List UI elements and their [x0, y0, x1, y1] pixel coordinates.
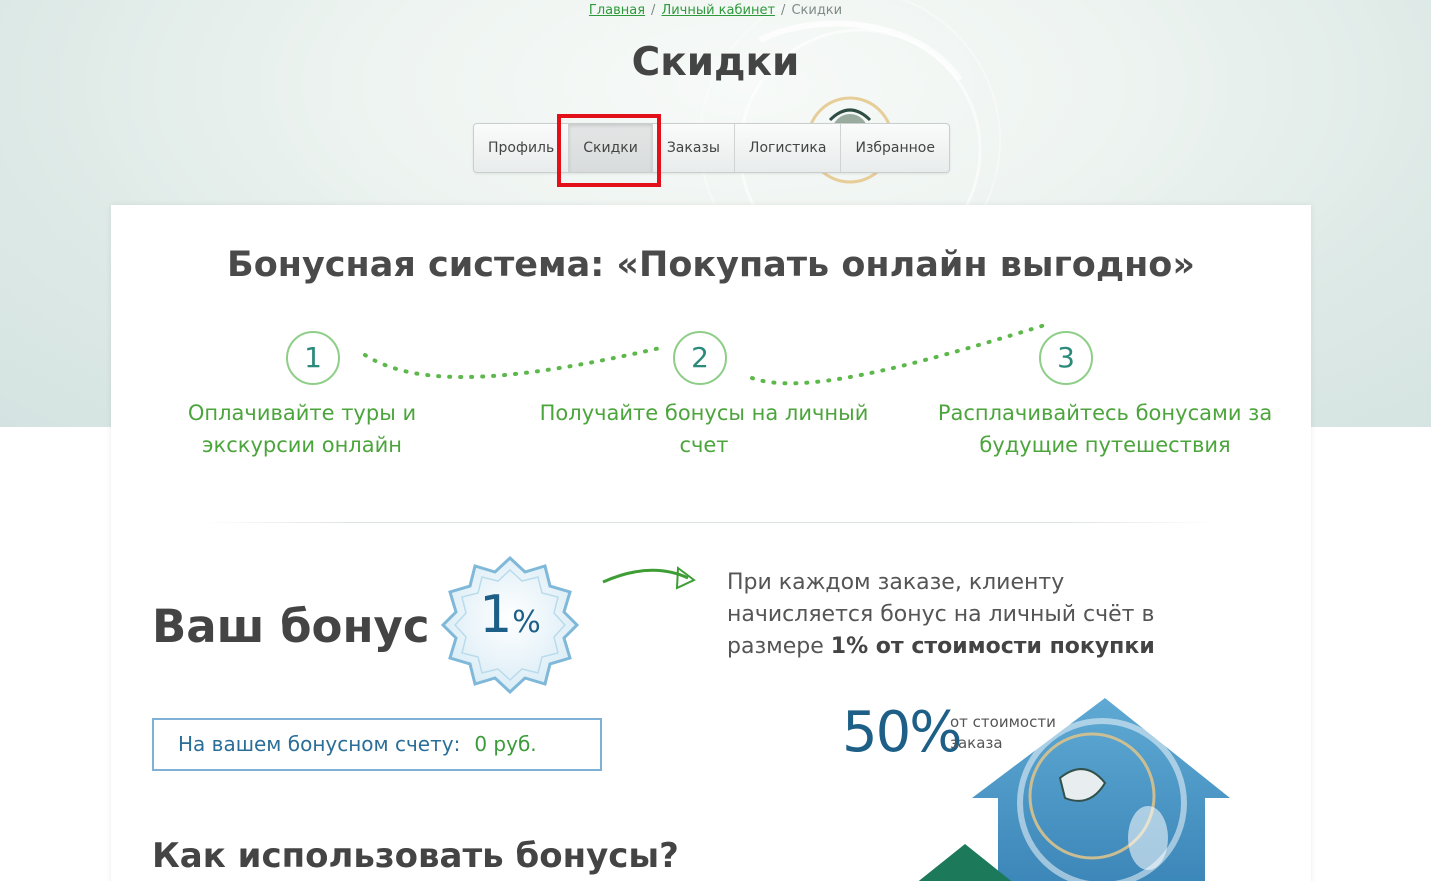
step-1-circle: 1 [286, 331, 340, 385]
breadcrumb-separator: / [781, 3, 786, 18]
step-1-line-1: Оплачивайте туры и [187, 401, 417, 425]
bonus-info-line-2: начисляется бонус на личный счёт в [727, 602, 1155, 627]
breadcrumb-cabinet-link[interactable]: Личный кабинет [661, 3, 775, 18]
bonus-percent-number: 1 [479, 585, 513, 645]
step-3-text: Расплачивайтесь бонусами за будущие путе… [930, 397, 1280, 461]
step-3-circle: 3 [1039, 331, 1093, 385]
bonus-info-highlight: 1% от стоимости покупки [830, 634, 1155, 659]
step-1-text: Оплачивайте туры и экскурсии онлайн [152, 397, 452, 461]
section-divider [200, 522, 1217, 523]
usage-percent-label-line-1: от стоимости [950, 713, 1056, 731]
step-3-line-2: будущие путешествия [979, 433, 1231, 457]
breadcrumb-current: Скидки [791, 3, 843, 18]
bonus-info-line-3-prefix: размере [727, 634, 831, 659]
tab-discounts[interactable]: Скидки [569, 124, 653, 172]
usage-percent: 50% [842, 700, 962, 765]
step-2-text: Получайте бонусы на личный счет [534, 397, 874, 461]
step-3-line-1: Расплачивайтесь бонусами за [937, 401, 1273, 425]
bonus-system-title: Бонусная система: «Покупать онлайн выгод… [227, 245, 1195, 285]
step-2-circle: 2 [673, 331, 727, 385]
bonus-account-label: На вашем бонусном счету: [178, 732, 461, 756]
bonus-percent-unit: % [512, 605, 541, 640]
tab-favorites[interactable]: Избранное [841, 124, 949, 172]
bonus-percent-value: 1% [437, 585, 583, 645]
bonus-info-text: При каждом заказе, клиенту начисляется б… [727, 567, 1187, 663]
usage-percent-label-line-2: заказа [950, 734, 1003, 752]
tab-orders[interactable]: Заказы [653, 124, 735, 172]
your-bonus-heading: Ваш бонус [152, 600, 430, 653]
bonus-info-line-1: При каждом заказе, клиенту [727, 570, 1065, 595]
tab-logistics[interactable]: Логистика [735, 124, 842, 172]
bonus-info-line-3: размере 1% от стоимости покупки [727, 631, 1187, 663]
how-to-use-title: Как использовать бонусы? [152, 836, 679, 876]
step-1-line-2: экскурсии онлайн [202, 433, 402, 457]
step-2-line-2: счет [679, 433, 729, 457]
breadcrumb: Главная / Личный кабинет / Скидки [0, 3, 1431, 18]
bonus-account-value: 0 руб. [474, 732, 537, 756]
breadcrumb-separator: / [651, 3, 656, 18]
step-2-line-1: Получайте бонусы на личный [539, 401, 869, 425]
bonus-account-box: На вашем бонусном счету: 0 руб. [152, 718, 602, 771]
tab-profile[interactable]: Профиль [474, 124, 570, 172]
usage-percent-label: от стоимости заказа [950, 712, 1056, 754]
cabinet-tabs: Профиль Скидки Заказы Логистика Избранно… [473, 123, 950, 173]
page-title: Скидки [631, 40, 800, 85]
breadcrumb-home-link[interactable]: Главная [589, 3, 645, 18]
